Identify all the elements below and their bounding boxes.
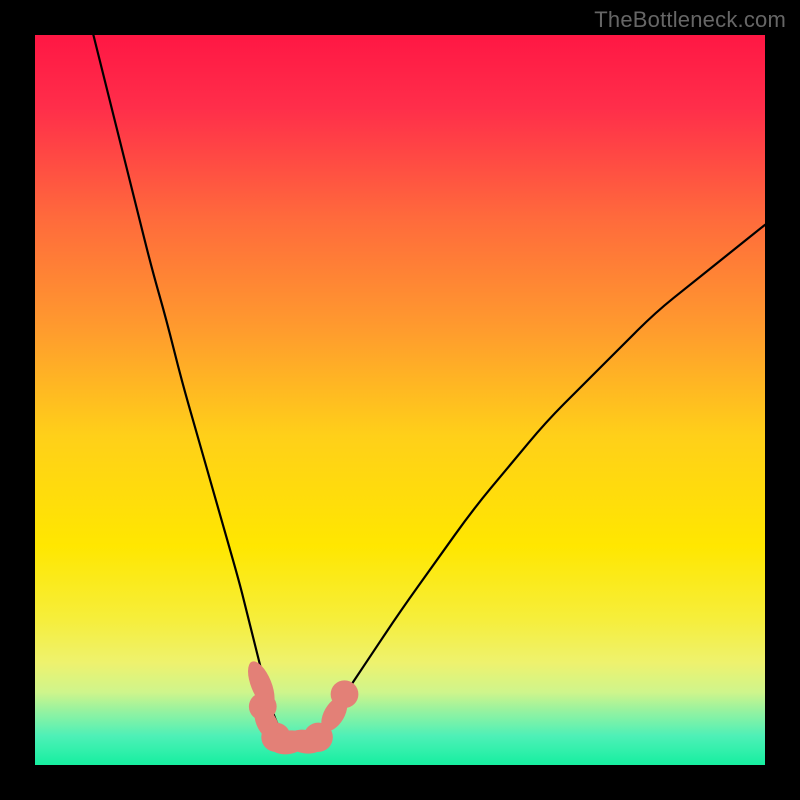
watermark-label: TheBottleneck.com [594,7,786,33]
plot-area [35,35,765,765]
chart-background [35,35,765,765]
chart-frame: TheBottleneck.com [0,0,800,800]
marker-dot [331,680,359,708]
chart-svg [35,35,765,765]
